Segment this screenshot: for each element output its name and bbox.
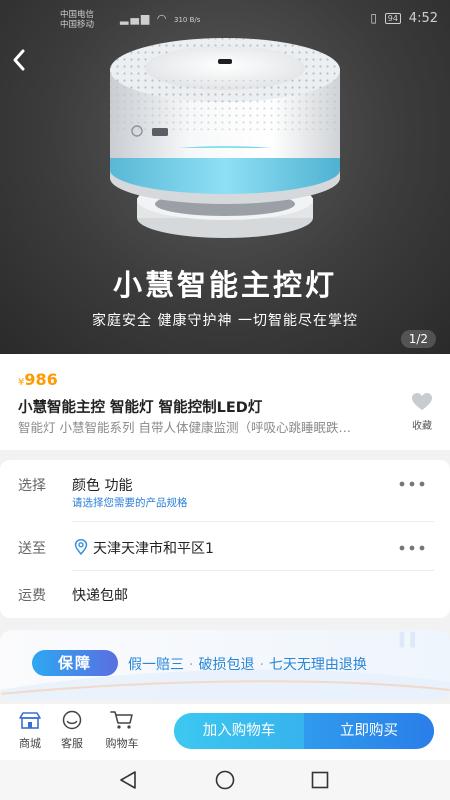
carrier-1: 中国电信 (60, 10, 95, 20)
nav-home-icon[interactable] (214, 769, 236, 791)
net-speed: 310 B/s (174, 16, 201, 24)
guarantee-item: 破损包退 (198, 657, 255, 673)
bottom-action-bar: 商城 客服 购物车 加入购物车 立即购买 (0, 704, 450, 760)
more-dots-icon[interactable] (398, 480, 426, 488)
more-dots-icon[interactable] (398, 544, 426, 552)
ship-to-address: 天津天津市和平区1 (93, 541, 214, 557)
shop-label: 商城 (19, 737, 41, 750)
ship-to-label: 送至 (18, 541, 46, 557)
spec-select-value: 颜色 功能 (72, 478, 133, 494)
status-right: ▯ 94 4:52 (370, 11, 438, 26)
shipping-fee-value: 快递包邮 (72, 588, 128, 604)
guarantee-badge: 保障 (32, 650, 118, 676)
guarantee-banner: " 保障 假一赔三 · 破损包退 · 七天无理由退换 (0, 630, 450, 700)
svg-text:": " (394, 630, 421, 688)
carrier-info: 中国电信 中国移动 (60, 10, 94, 30)
nav-back-icon[interactable] (117, 769, 139, 791)
signal-icon: ▂▄▆ (120, 12, 152, 25)
spec-select-label: 选择 (18, 478, 46, 494)
status-time: 4:52 (408, 11, 438, 26)
wifi-icon: ◠ (156, 12, 169, 25)
separator-dot: · (189, 657, 194, 673)
product-title: 小慧智能主控 智能灯 智能控制LED灯 (18, 400, 263, 416)
product-info-card: ¥986 小慧智能主控 智能灯 智能控制LED灯 智能灯 小慧智能系列 自带人体… (0, 354, 450, 450)
shipping-fee-row: 运费 快递包邮 (0, 571, 450, 617)
system-navigation-bar (0, 760, 450, 800)
guarantee-item: 假一赔三 (128, 657, 184, 673)
back-button[interactable] (10, 46, 30, 74)
product-photo (110, 38, 340, 238)
guarantee-item: 七天无理由退换 (268, 657, 367, 673)
shop-icon (19, 712, 41, 729)
options-card: 选择 颜色 功能 请选择您需要的产品规格 送至 天津天津市和平区1 运费 快递包… (0, 460, 450, 618)
spec-select-row[interactable]: 选择 颜色 功能 请选择您需要的产品规格 (0, 460, 450, 520)
price-value: 986 (24, 370, 58, 389)
buy-now-button[interactable]: 立即购买 (304, 713, 434, 749)
service-label: 客服 (61, 737, 83, 750)
battery-icon: 94 (384, 13, 401, 24)
service-button[interactable]: 客服 (52, 710, 92, 751)
product-image-carousel[interactable]: 中国电信 中国移动 ▂▄▆ ◠ 310 B/s ▯ 94 4:52 小慧智能主控… (0, 0, 450, 354)
spec-select-hint: 请选择您需要的产品规格 (72, 497, 188, 509)
hero-title: 小慧智能主控灯 (112, 268, 337, 302)
signal-icons: ▂▄▆ ◠ 310 B/s (120, 12, 200, 25)
shipping-fee-label: 运费 (18, 588, 46, 604)
cart-button[interactable]: 购物车 (100, 710, 144, 751)
cart-label: 购物车 (105, 737, 139, 750)
ship-to-row[interactable]: 送至 天津天津市和平区1 (0, 522, 450, 570)
image-page-indicator: 1/2 (400, 330, 436, 348)
location-pin-icon (74, 539, 88, 555)
favorite-label: 收藏 (412, 421, 432, 432)
nav-recent-icon[interactable] (309, 769, 331, 791)
separator-dot: · (259, 657, 264, 673)
service-icon (62, 710, 82, 730)
cta-group: 加入购物车 立即购买 (174, 713, 434, 749)
cart-icon (110, 711, 133, 729)
carrier-2: 中国移动 (60, 20, 95, 30)
heart-icon (412, 393, 432, 410)
add-to-cart-button[interactable]: 加入购物车 (174, 713, 304, 749)
favorite-button[interactable]: 收藏 (404, 392, 440, 432)
shop-button[interactable]: 商城 (10, 710, 50, 751)
back-arrow-icon (13, 49, 25, 71)
product-description: 智能灯 小慧智能系列 自带人体健康监测（呼吸心跳睡眠跌… (18, 420, 351, 435)
vibrate-icon: ▯ (370, 11, 377, 25)
hero-subtitle: 家庭安全 健康守护神 一切智能尽在掌控 (92, 313, 358, 329)
guarantee-items: 假一赔三 · 破损包退 · 七天无理由退换 (128, 654, 367, 674)
product-price: ¥986 (18, 370, 58, 389)
